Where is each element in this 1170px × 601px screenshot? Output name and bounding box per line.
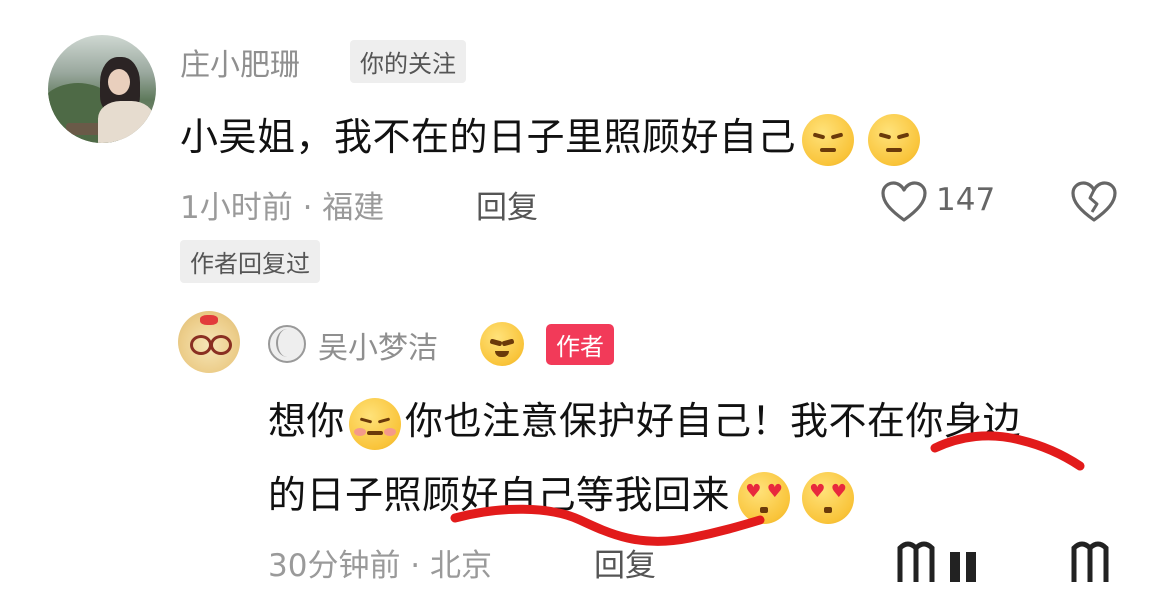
watermark-icon: [897, 541, 1109, 582]
reply-time-location: 30分钟前 · 北京: [268, 548, 493, 584]
red-underline-annotation: [450, 431, 1085, 546]
reply-reply-button[interactable]: 回复: [594, 540, 656, 585]
